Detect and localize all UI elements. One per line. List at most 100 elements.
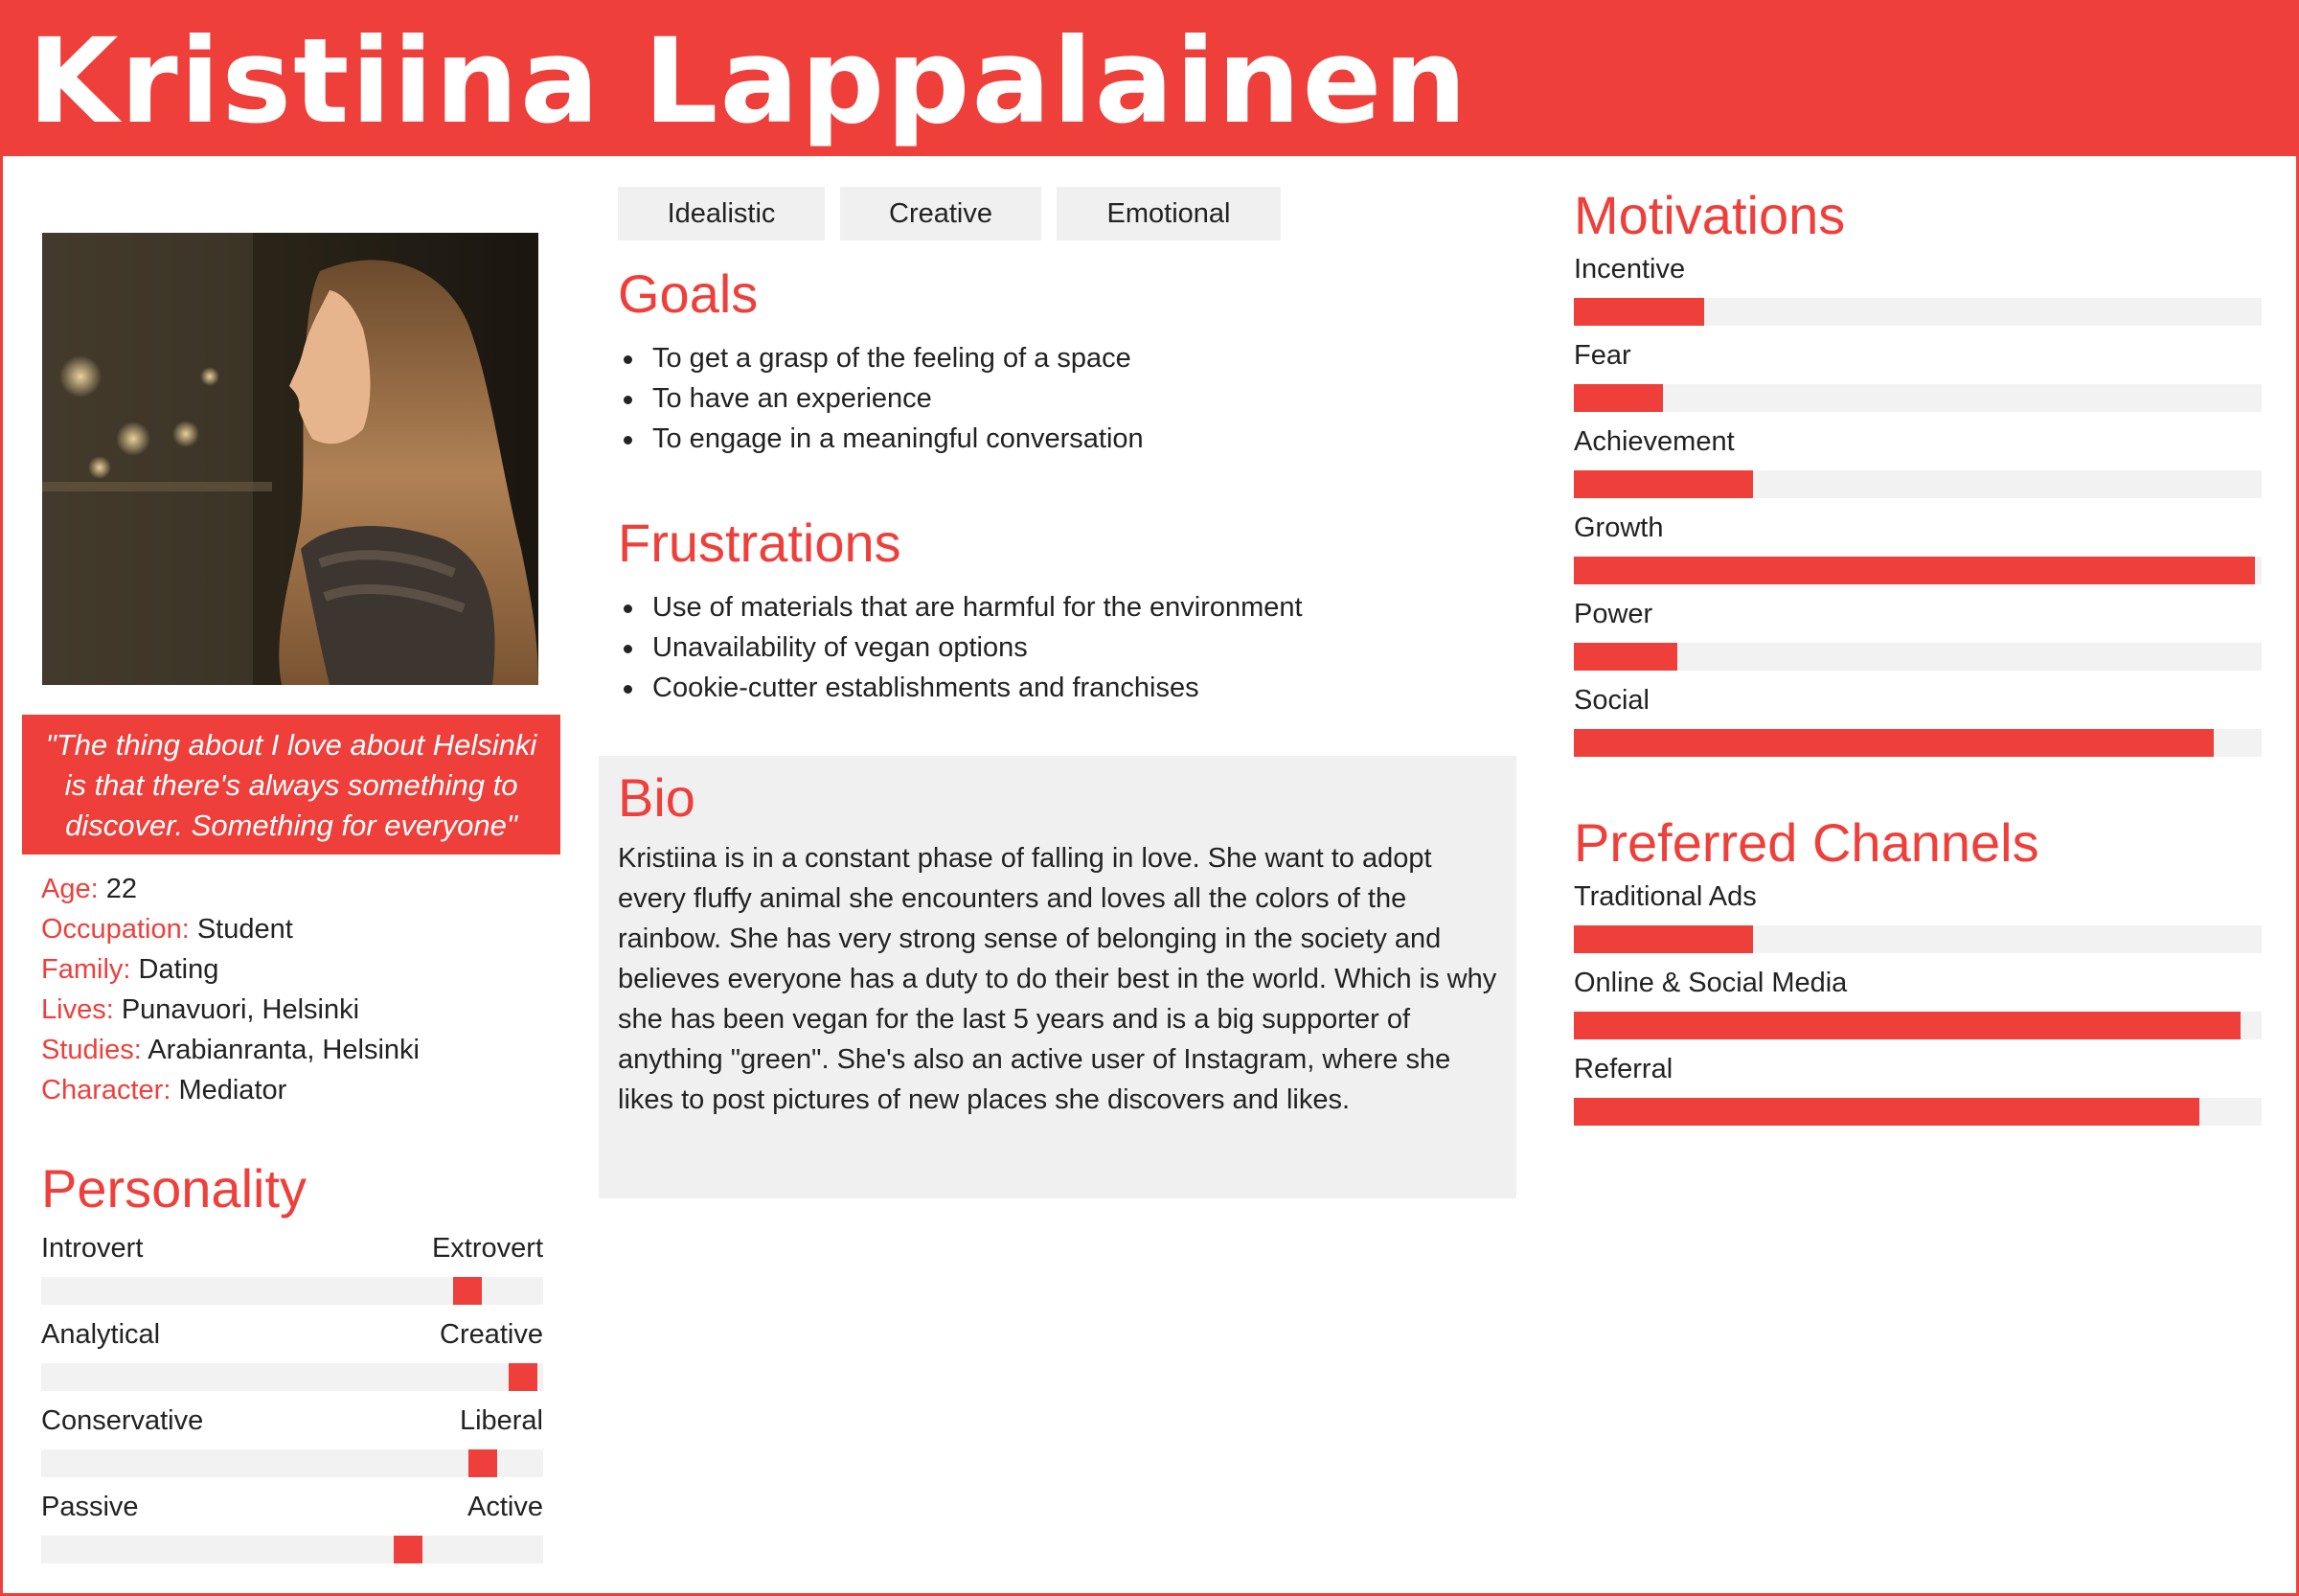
fact-label: Lives: [41, 994, 114, 1025]
trait-tags: Idealistic Creative Emotional [618, 187, 1281, 240]
personality-slider: Analytical Creative [41, 1315, 543, 1402]
slider-right-label: Active [467, 1492, 543, 1522]
frustration-item: Use of materials that are harmful for th… [618, 587, 1518, 627]
slider-marker [509, 1363, 538, 1391]
motivation-bar: Incentive [1574, 250, 2262, 336]
persona-name: Kristiina Lappalainen [28, 13, 1469, 149]
bar-fill [1574, 1098, 2200, 1126]
bar-label: Traditional Ads [1574, 881, 1757, 912]
bar-track [1574, 298, 2262, 326]
bar-fill [1574, 729, 2214, 757]
bar-label: Growth [1574, 513, 1664, 543]
bar-fill [1574, 643, 1677, 671]
bar-fill [1574, 1012, 2242, 1039]
motivations-section: Motivations Incentive Fear Achievement G… [1574, 185, 2262, 767]
frustrations-section: Frustrations Use of materials that are h… [618, 513, 1518, 708]
slider-track [41, 1277, 543, 1305]
slider-left-label: Passive [41, 1492, 139, 1522]
trait-tag: Idealistic [618, 187, 825, 240]
bar-track [1574, 470, 2262, 498]
slider-marker [453, 1277, 483, 1305]
bar-label: Referral [1574, 1054, 1673, 1084]
personality-title: Personality [41, 1158, 307, 1219]
fact-value: 22 [105, 874, 137, 904]
motivations-title: Motivations [1574, 185, 1846, 245]
personality-slider: Passive Active [41, 1488, 543, 1574]
bar-fill [1574, 384, 1664, 412]
motivation-bar: Achievement [1574, 422, 2262, 509]
bar-track [1574, 557, 2262, 584]
slider-marker [468, 1449, 498, 1477]
personality-sliders: Introvert Extrovert Analytical Creative Co… [41, 1229, 543, 1574]
goals-title: Goals [618, 263, 759, 324]
bar-track [1574, 925, 2262, 953]
slider-track [41, 1449, 543, 1477]
fact-value: Mediator [178, 1075, 287, 1106]
channels-bars: Traditional Ads Online & Social Media Re… [1574, 878, 2262, 1136]
bar-label: Social [1574, 685, 1650, 716]
channel-bar: Referral [1574, 1050, 2262, 1136]
bar-label: Incentive [1574, 254, 1686, 285]
fact-value: Dating [138, 954, 219, 985]
slider-right-label: Creative [440, 1319, 543, 1350]
fact-value: Arabianranta, Helsinki [148, 1035, 420, 1065]
fact-label: Studies: [41, 1035, 142, 1065]
bio-section: Bio Kristiina is in a constant phase of … [599, 756, 1516, 1198]
frustration-item: Unavailability of vegan options [618, 627, 1518, 668]
trait-tag: Emotional [1057, 187, 1281, 240]
bar-track [1574, 384, 2262, 412]
goals-list: To get a grasp of the feeling of a space… [618, 338, 1518, 459]
facts-list: Age: 22 Occupation: Student Family: Dati… [41, 869, 558, 1110]
channel-bar: Online & Social Media [1574, 964, 2262, 1050]
motivation-bar: Growth [1574, 509, 2262, 595]
slider-left-label: Conservative [41, 1405, 204, 1436]
persona-page: Kristiina Lappalainen "The thing about I… [0, 0, 2299, 1596]
fact-occupation: Occupation: Student [41, 909, 558, 949]
persona-quote: "The thing about I love about Helsinki i… [22, 715, 560, 855]
bar-fill [1574, 470, 1753, 498]
fact-value: Student [196, 914, 293, 945]
fact-label: Family: [41, 954, 131, 985]
fact-age: Age: 22 [41, 869, 558, 909]
bar-label: Achievement [1574, 426, 1735, 457]
motivation-bar: Fear [1574, 336, 2262, 422]
frustrations-list: Use of materials that are harmful for th… [618, 587, 1518, 708]
slider-left-label: Introvert [41, 1233, 144, 1264]
fact-studies: Studies: Arabianranta, Helsinki [41, 1030, 558, 1070]
personality-slider: Introvert Extrovert [41, 1229, 543, 1315]
bar-track [1574, 643, 2262, 671]
bar-label: Online & Social Media [1574, 968, 1848, 998]
bio-title: Bio [618, 767, 695, 828]
fact-family: Family: Dating [41, 949, 558, 990]
bio-text: Kristiina is in a constant phase of fall… [618, 843, 1497, 1115]
channels-section: Preferred Channels Traditional Ads Onlin… [1574, 812, 2262, 1136]
bar-track [1574, 1098, 2262, 1126]
fact-label: Occupation: [41, 914, 190, 945]
frustrations-title: Frustrations [618, 513, 901, 573]
bar-fill [1574, 298, 1705, 326]
slider-left-label: Analytical [41, 1319, 161, 1350]
fact-label: Age: [41, 874, 99, 904]
fact-label: Character: [41, 1075, 171, 1106]
motivation-bar: Social [1574, 681, 2262, 767]
personality-section: Personality Introvert Extrovert Analytica… [41, 1158, 543, 1574]
portrait-image [42, 233, 538, 685]
slider-track [41, 1536, 543, 1563]
slider-marker [393, 1536, 422, 1563]
goals-section: Goals To get a grasp of the feeling of a… [618, 263, 1518, 459]
bar-track [1574, 729, 2262, 757]
header-bar: Kristiina Lappalainen [3, 3, 2296, 156]
motivation-bar: Power [1574, 595, 2262, 681]
bar-track [1574, 1012, 2262, 1039]
slider-right-label: Liberal [459, 1405, 543, 1436]
fact-value: Punavuori, Helsinki [121, 994, 360, 1025]
slider-track [41, 1363, 543, 1391]
slider-right-label: Extrovert [431, 1233, 543, 1264]
fact-lives: Lives: Punavuori, Helsinki [41, 990, 558, 1030]
channel-bar: Traditional Ads [1574, 878, 2262, 964]
goal-item: To engage in a meaningful conversation [618, 419, 1518, 459]
goal-item: To have an experience [618, 378, 1518, 419]
bar-fill [1574, 557, 2255, 584]
bar-fill [1574, 925, 1753, 953]
trait-tag: Creative [840, 187, 1041, 240]
